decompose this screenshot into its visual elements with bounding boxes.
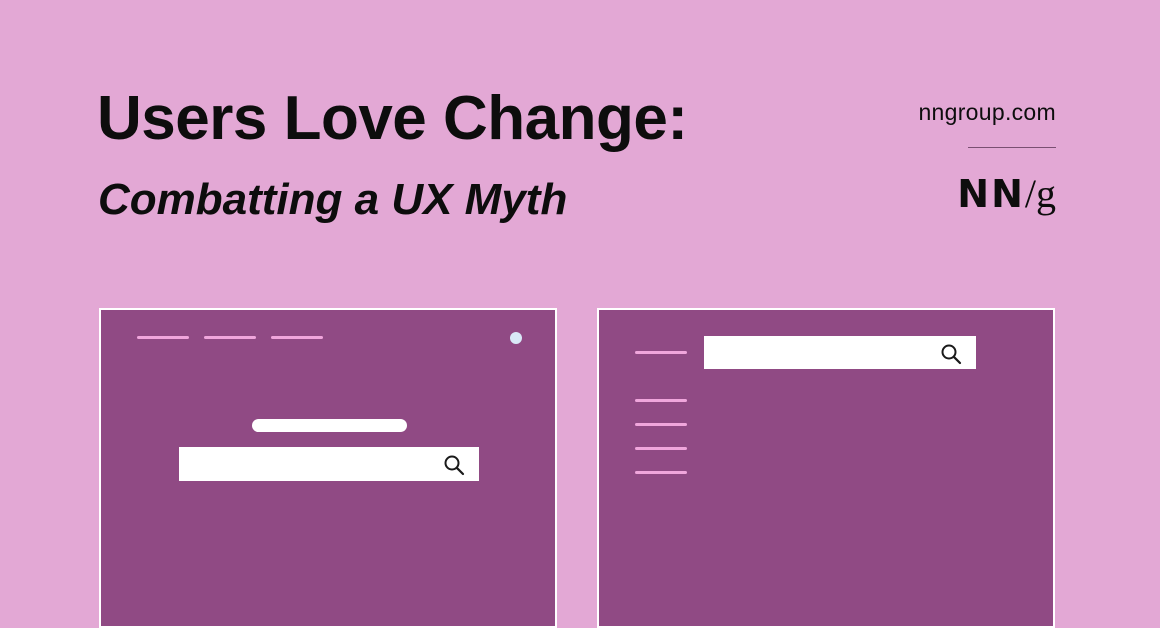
logo-nn-text: NN bbox=[957, 172, 1025, 216]
search-bar-illustration bbox=[179, 447, 479, 481]
heading-placeholder bbox=[252, 419, 407, 432]
sidebar-link-placeholder bbox=[635, 447, 687, 450]
search-icon bbox=[941, 344, 962, 365]
sidebar-link-placeholder bbox=[635, 423, 687, 426]
search-icon bbox=[444, 455, 465, 476]
sidebar-search-layout-illustration bbox=[597, 308, 1055, 628]
logo-slash-text: / bbox=[1024, 171, 1036, 216]
sidebar-link-placeholder bbox=[635, 351, 687, 354]
page-subtitle: Combatting a UX Myth bbox=[98, 175, 568, 224]
search-bar-illustration bbox=[704, 336, 976, 369]
nav-link-placeholder bbox=[204, 336, 256, 339]
profile-dot-icon bbox=[510, 332, 522, 344]
page-title: Users Love Change: bbox=[97, 84, 688, 153]
nav-link-placeholder bbox=[271, 336, 323, 339]
centered-search-layout-illustration bbox=[99, 308, 557, 628]
logo-g-text: g bbox=[1036, 171, 1056, 216]
sidebar-link-placeholder bbox=[635, 399, 687, 402]
brand-divider bbox=[968, 147, 1056, 148]
site-url[interactable]: nngroup.com bbox=[918, 97, 1056, 127]
sidebar-link-placeholder bbox=[635, 471, 687, 474]
nng-logo: NN/g bbox=[957, 171, 1056, 217]
nav-link-placeholder bbox=[137, 336, 189, 339]
